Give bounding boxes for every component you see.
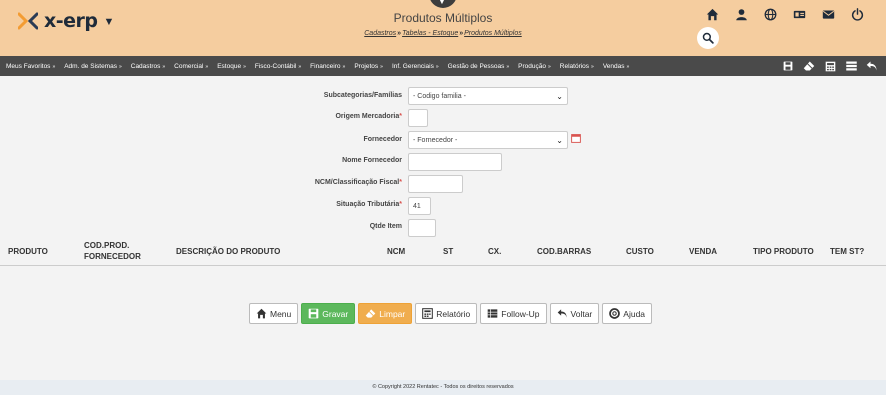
col-produto[interactable]: PRODUTO [8, 247, 48, 257]
nav-item-meus-favoritos[interactable]: Meus Favoritos» [6, 63, 55, 70]
relatorio-button[interactable]: Relatório [415, 303, 478, 324]
col-ncm[interactable]: NCM [387, 247, 405, 257]
nav-item-fisco-contabil[interactable]: Fisco-Contábil» [255, 63, 301, 70]
nav-item-projetos[interactable]: Projetos» [354, 63, 383, 70]
nav-item-gestao-pessoas[interactable]: Gestão de Pessoas» [448, 63, 510, 70]
nav-item-producao[interactable]: Produção» [518, 63, 551, 70]
list-icon[interactable] [843, 58, 859, 74]
row-fornecedor: Fornecedor - Fornecedor - ⌄ [0, 131, 886, 151]
row-ncm: NCM/Classificação Fiscal* [0, 175, 886, 195]
nav-item-inf-gerenciais[interactable]: Inf. Gerenciais» [392, 63, 439, 70]
chevron-down-icon: ⌄ [556, 91, 563, 101]
fornecedor-label: Fornecedor [363, 136, 402, 143]
save-icon[interactable] [780, 58, 796, 74]
id-card-icon[interactable] [792, 7, 807, 22]
nav-item-financeiro[interactable]: Financeiro» [310, 63, 345, 70]
calculator-icon [422, 308, 434, 319]
action-buttons: Menu Gravar Limpar Relatório Follow-Up V… [249, 303, 655, 324]
user-icon[interactable] [734, 7, 749, 22]
collapse-toggle[interactable]: ▼ [429, 0, 457, 8]
row-nome-fornecedor: Nome Fornecedor [0, 153, 886, 173]
col-st[interactable]: ST [443, 247, 453, 257]
origem-label: Origem Mercadoria* [335, 113, 402, 120]
subcategorias-label: Subcategorias/Famílias [323, 92, 402, 99]
calculator-icon[interactable] [822, 58, 838, 74]
nav-item-vendas[interactable]: Vendas» [603, 63, 629, 70]
gravar-button[interactable]: Gravar [301, 303, 356, 324]
help-icon [609, 308, 621, 319]
row-situacao: Situação Tributária* 41 [0, 197, 886, 217]
col-tipo-produto[interactable]: TIPO PRODUTO [753, 247, 814, 257]
table-icon [487, 309, 498, 318]
qtde-label: Qtde Item [369, 223, 402, 230]
undo-icon [557, 309, 567, 318]
table-header: PRODUTO COD.PROD. FORNECEDOR DESCRIÇÃO D… [0, 238, 886, 266]
menu-button[interactable]: Menu [249, 303, 299, 324]
home-icon [256, 308, 267, 319]
footer: © Copyright 2022 Rentatec - Todos os dir… [0, 380, 886, 395]
breadcrumb-item-produtos-multiplos[interactable]: Produtos Múltiplos [464, 30, 522, 37]
row-qtde: Qtde Item [0, 219, 886, 239]
nav-item-cadastros[interactable]: Cadastros» [131, 63, 165, 70]
ncm-input[interactable] [408, 175, 463, 193]
main-nav: Meus Favoritos» Adm. de Sistemas» Cadast… [0, 56, 886, 76]
eraser-icon[interactable] [801, 58, 817, 74]
copyright-text: © Copyright 2022 Rentatec - Todos os dir… [372, 384, 514, 390]
save-icon [308, 308, 319, 319]
col-cod-barras[interactable]: COD.BARRAS [537, 247, 591, 257]
chevron-down-icon: ▼ [438, 0, 446, 6]
nav-item-estoque[interactable]: Estoque» [217, 63, 246, 70]
nome-fornecedor-label: Nome Fornecedor [342, 157, 402, 164]
nav-toolbar [775, 58, 880, 74]
col-cod-prod[interactable]: COD.PROD. [84, 241, 129, 251]
power-icon[interactable] [850, 7, 865, 22]
globe-icon[interactable] [763, 7, 778, 22]
undo-icon[interactable] [864, 58, 880, 74]
col-custo[interactable]: CUSTO [626, 247, 654, 257]
eraser-icon [365, 309, 376, 318]
breadcrumb-item-tabelas-estoque[interactable]: Tabelas - Estoque [402, 30, 458, 37]
nav-item-relatorios[interactable]: Relatórios» [560, 63, 594, 70]
situacao-input[interactable]: 41 [408, 197, 431, 215]
calendar-icon[interactable] [571, 133, 581, 143]
ncm-label: NCM/Classificação Fiscal* [314, 179, 402, 186]
breadcrumb: Cadastros»Tabelas - Estoque»Produtos Múl… [364, 30, 522, 37]
voltar-button[interactable]: Voltar [549, 303, 600, 324]
nav-menu: Meus Favoritos» Adm. de Sistemas» Cadast… [6, 56, 638, 76]
breadcrumb-item-cadastros[interactable]: Cadastros [364, 30, 396, 37]
col-cx[interactable]: CX. [488, 247, 501, 257]
col-tem-st[interactable]: TEM ST? [830, 247, 864, 257]
row-subcategorias: Subcategorias/Famílias - Codigo familia … [0, 87, 886, 107]
limpar-button[interactable]: Limpar [358, 303, 413, 324]
top-header: ▼ x-erp ▼ Produtos Múltiplos Cadastros»T… [0, 0, 886, 56]
chevron-down-icon: ⌄ [556, 135, 563, 145]
col-fornecedor[interactable]: FORNECEDOR [84, 252, 141, 262]
col-venda[interactable]: VENDA [689, 247, 717, 257]
nav-item-adm-sistemas[interactable]: Adm. de Sistemas» [64, 63, 122, 70]
nav-item-comercial[interactable]: Comercial» [174, 63, 208, 70]
follow-up-button[interactable]: Follow-Up [480, 303, 547, 324]
home-icon[interactable] [705, 7, 720, 22]
ajuda-button[interactable]: Ajuda [602, 303, 653, 324]
row-origem: Origem Mercadoria* [0, 109, 886, 129]
subcategorias-select[interactable]: - Codigo familia - ⌄ [408, 87, 568, 105]
origem-input[interactable] [408, 109, 428, 127]
search-icon [702, 32, 714, 44]
col-descricao[interactable]: DESCRIÇÃO DO PRODUTO [176, 247, 280, 257]
header-icons [705, 7, 879, 22]
envelope-icon[interactable] [821, 7, 836, 22]
nome-fornecedor-input[interactable] [408, 153, 502, 171]
fornecedor-select[interactable]: - Fornecedor - ⌄ [408, 131, 568, 149]
search-button[interactable] [697, 27, 719, 49]
qtde-input[interactable] [408, 219, 436, 237]
situacao-label: Situação Tributária* [336, 201, 402, 208]
